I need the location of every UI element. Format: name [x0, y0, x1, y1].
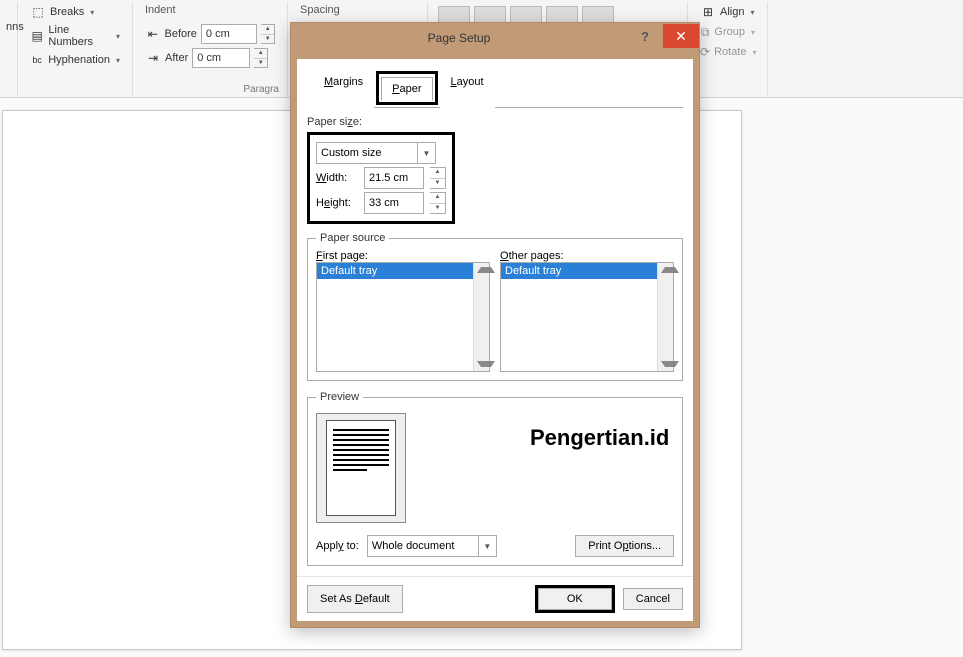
print-options-button[interactable]: Print Options... — [575, 535, 674, 557]
paragraph-group-label: Paragra — [141, 84, 279, 97]
tab-margins[interactable]: Margins — [313, 70, 374, 108]
page-setup-dialog: Page Setup ? ✕ Margins Paper Layout Pape… — [290, 22, 700, 628]
paper-size-group: Custom size ▼ Width: 21.5 cm ▲▼ Height: … — [307, 132, 455, 224]
preview-box — [316, 413, 406, 523]
list-item[interactable]: Default tray — [501, 263, 673, 279]
line-numbers-icon: ▤ — [30, 28, 44, 44]
apply-to-label: Apply to: — [316, 540, 359, 552]
paper-source-legend: Paper source — [316, 232, 389, 244]
breaks-icon: ⬚ — [30, 4, 46, 20]
dialog-footer: Set As Default OK Cancel — [297, 576, 693, 621]
paper-size-value: Custom size — [321, 147, 382, 159]
apply-to-value: Whole document — [372, 540, 455, 552]
apply-to-combo[interactable]: Whole document ▼ — [367, 535, 497, 557]
align-icon: ⊞ — [700, 4, 716, 20]
spacing-header: Spacing — [296, 2, 419, 22]
indent-after-row: ⇥ After 0 cm ▲▼ — [141, 46, 279, 70]
hyphenation-icon: bc — [30, 52, 44, 68]
hyphenation-label: Hyphenation — [48, 54, 110, 66]
indent-before-input[interactable]: 0 cm — [201, 24, 257, 44]
cancel-button[interactable]: Cancel — [623, 588, 683, 610]
chevron-down-icon: ▾ — [750, 8, 754, 17]
list-item[interactable]: Default tray — [317, 263, 489, 279]
indent-before-spinner[interactable]: ▲▼ — [261, 24, 275, 44]
group-icon: ⧉ — [700, 24, 710, 40]
before-label: Before — [165, 28, 197, 40]
chevron-down-icon: ▾ — [90, 8, 94, 17]
close-button[interactable]: ✕ — [663, 24, 699, 48]
width-input[interactable]: 21.5 cm — [364, 167, 424, 189]
width-label: Width: — [316, 172, 358, 184]
line-numbers-button[interactable]: ▤ Line Numbers ▾ — [26, 22, 124, 50]
group-button[interactable]: ⧉ Group ▾ — [696, 22, 759, 42]
breaks-button[interactable]: ⬚ Breaks ▾ — [26, 2, 124, 22]
indent-header: Indent — [141, 2, 279, 22]
other-pages-listbox[interactable]: Default tray — [500, 262, 674, 372]
height-input[interactable]: 33 cm — [364, 192, 424, 214]
align-label: Align — [720, 6, 744, 18]
dialog-tabs: Margins Paper Layout — [313, 69, 683, 108]
preview-legend: Preview — [316, 391, 363, 403]
hyphenation-button[interactable]: bc Hyphenation ▾ — [26, 50, 124, 70]
align-button[interactable]: ⊞ Align ▾ — [696, 2, 759, 22]
tab-paper[interactable]: Paper — [381, 77, 432, 101]
height-label: Height: — [316, 197, 358, 209]
indent-before-row: ⇤ Before 0 cm ▲▼ — [141, 22, 279, 46]
rotate-icon: ⟳ — [700, 44, 710, 60]
chevron-down-icon: ▼ — [417, 143, 435, 163]
watermark: Pengertian.id — [530, 425, 669, 451]
paper-size-label: Paper size: — [307, 116, 683, 128]
preview-fieldset: Preview Apply to: Whole document ▼ — [307, 391, 683, 566]
chevron-down-icon: ▾ — [751, 28, 755, 37]
tab-layout[interactable]: Layout — [440, 70, 495, 108]
chevron-down-icon: ▾ — [116, 32, 120, 41]
paper-size-combo[interactable]: Custom size ▼ — [316, 142, 436, 164]
width-spinner[interactable]: ▲▼ — [430, 167, 446, 189]
ok-button[interactable]: OK — [538, 588, 612, 610]
chevron-down-icon: ▾ — [752, 48, 756, 57]
indent-after-input[interactable]: 0 cm — [192, 48, 250, 68]
first-page-listbox[interactable]: Default tray — [316, 262, 490, 372]
scrollbar[interactable] — [657, 263, 673, 371]
line-numbers-label: Line Numbers — [48, 24, 110, 48]
dialog-title: Page Setup — [291, 31, 627, 45]
scrollbar[interactable] — [473, 263, 489, 371]
preview-page — [326, 420, 396, 516]
breaks-label: Breaks — [50, 6, 84, 18]
indent-right-icon: ⇥ — [145, 50, 161, 66]
paper-source-fieldset: Paper source First page: Default tray Ot… — [307, 232, 683, 381]
after-label: After — [165, 52, 188, 64]
chevron-down-icon: ▼ — [478, 536, 496, 556]
height-spinner[interactable]: ▲▼ — [430, 192, 446, 214]
indent-after-spinner[interactable]: ▲▼ — [254, 48, 268, 68]
set-default-button[interactable]: Set As Default — [307, 585, 403, 613]
group-label: Group — [714, 26, 745, 38]
rotate-label: Rotate — [714, 46, 746, 58]
columns-partial: nns — [2, 2, 15, 52]
other-pages-label: Other pages: — [500, 250, 674, 262]
help-button[interactable]: ? — [627, 24, 663, 48]
dialog-titlebar[interactable]: Page Setup ? ✕ — [291, 23, 699, 53]
indent-left-icon: ⇤ — [145, 26, 161, 42]
chevron-down-icon: ▾ — [116, 56, 120, 65]
first-page-label: First page: — [316, 250, 490, 262]
rotate-button[interactable]: ⟳ Rotate ▾ — [696, 42, 759, 62]
